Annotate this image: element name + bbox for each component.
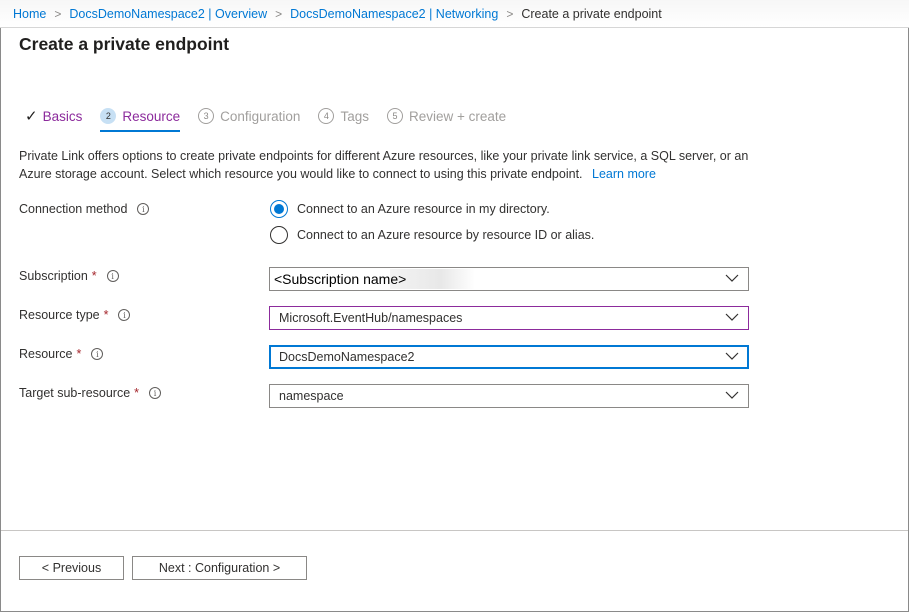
label-text: Target sub-resource	[19, 386, 131, 400]
chevron-right-icon: >	[54, 6, 62, 21]
label-text: Resource type	[19, 308, 100, 322]
tab-basics[interactable]: ✓ Basics	[25, 105, 82, 127]
tab-label: Resource	[122, 108, 181, 124]
info-icon[interactable]: i	[149, 387, 162, 399]
breadcrumb-home[interactable]: Home	[13, 7, 46, 21]
page-title: Create a private endpoint	[19, 34, 230, 54]
tab-tags[interactable]: 4 Tags	[318, 105, 369, 127]
required-asterisk: *	[76, 347, 82, 361]
radio-button-checked[interactable]	[270, 200, 288, 218]
footer-divider	[1, 530, 908, 531]
resource-type-label: Resource type * i	[19, 308, 131, 322]
info-icon[interactable]: i	[137, 203, 150, 215]
chevron-right-icon: >	[506, 6, 514, 21]
target-sub-resource-dropdown[interactable]: namespace	[269, 384, 749, 408]
step-number: 2	[100, 108, 117, 124]
chevron-down-icon	[725, 352, 739, 360]
radio-option-resource-id[interactable]: Connect to an Azure resource by resource…	[270, 226, 594, 244]
tab-label: Basics	[42, 108, 83, 124]
breadcrumb: Home > DocsDemoNamespace2 | Overview > D…	[0, 0, 909, 28]
required-asterisk: *	[91, 269, 97, 283]
chevron-down-icon	[725, 274, 739, 282]
label-text: Subscription	[19, 269, 88, 283]
radio-button[interactable]	[270, 226, 288, 244]
step-number: 4	[318, 108, 335, 124]
subscription-label: Subscription * i	[19, 269, 119, 283]
tab-label: Tags	[340, 108, 369, 124]
tab-label: Configuration	[220, 108, 301, 124]
required-asterisk: *	[134, 386, 140, 400]
resource-dropdown[interactable]: DocsDemoNamespace2	[269, 345, 749, 369]
chevron-down-icon	[725, 313, 739, 321]
description: Private Link offers options to create pr…	[19, 148, 759, 183]
wizard-tabs: ✓ Basics 2 Resource 3 Configuration 4 Ta…	[25, 105, 524, 132]
label-text: Connection method	[19, 202, 128, 216]
next-configuration-button[interactable]: Next : Configuration >	[132, 556, 307, 580]
breadcrumb-networking[interactable]: DocsDemoNamespace2 | Networking	[290, 7, 498, 21]
info-icon[interactable]: i	[106, 270, 119, 282]
radio-label: Connect to an Azure resource by resource…	[297, 228, 595, 242]
resource-value: DocsDemoNamespace2	[279, 350, 415, 364]
target-sub-resource-value: namespace	[279, 389, 344, 403]
learn-more-link[interactable]: Learn more	[592, 167, 656, 181]
subscription-dropdown[interactable]: <Subscription name>	[269, 267, 749, 291]
step-number: 5	[386, 108, 403, 124]
chevron-down-icon	[725, 391, 739, 399]
subscription-value: <Subscription name>	[274, 271, 407, 287]
step-number: 3	[198, 108, 215, 124]
required-asterisk: *	[103, 308, 109, 322]
resource-type-value: Microsoft.EventHub/namespaces	[279, 311, 463, 325]
checkmark-icon: ✓	[25, 108, 38, 125]
tab-configuration[interactable]: 3 Configuration	[198, 105, 300, 127]
tab-label: Review + create	[408, 108, 507, 124]
tab-review-create[interactable]: 5 Review + create	[386, 105, 507, 127]
connection-method-label: Connection method i	[19, 202, 150, 216]
radio-label: Connect to an Azure resource in my direc…	[297, 202, 550, 216]
radio-option-directory[interactable]: Connect to an Azure resource in my direc…	[270, 200, 550, 218]
resource-label: Resource * i	[19, 347, 104, 361]
chevron-right-icon: >	[275, 6, 283, 21]
previous-button[interactable]: < Previous	[19, 556, 124, 580]
label-text: Resource	[19, 347, 73, 361]
info-icon[interactable]: i	[91, 348, 104, 360]
tab-resource[interactable]: 2 Resource	[100, 105, 181, 132]
breadcrumb-current: Create a private endpoint	[521, 6, 662, 21]
target-sub-resource-label: Target sub-resource * i	[19, 386, 162, 400]
info-icon[interactable]: i	[118, 309, 131, 321]
resource-type-dropdown[interactable]: Microsoft.EventHub/namespaces	[269, 306, 749, 330]
breadcrumb-overview[interactable]: DocsDemoNamespace2 | Overview	[69, 7, 267, 21]
